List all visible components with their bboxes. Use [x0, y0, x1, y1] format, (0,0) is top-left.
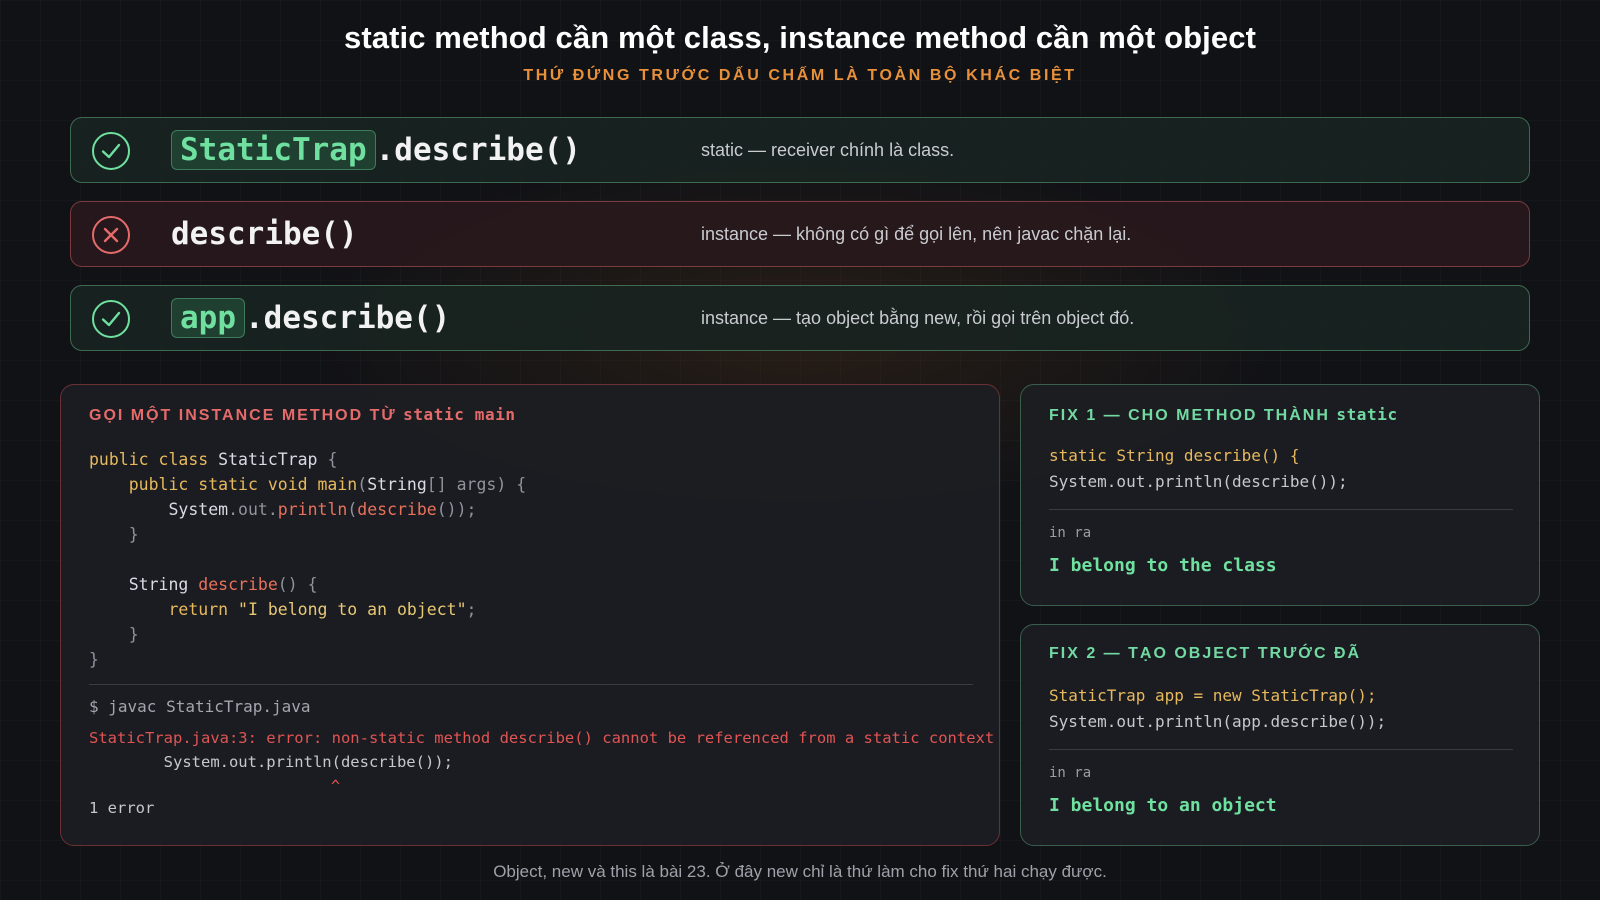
error-caret: ^ — [331, 777, 341, 795]
panel-heading: GỌI MỘT INSTANCE METHOD TỪ static main — [89, 405, 516, 424]
source-code: public class StaticTrap { public static … — [89, 450, 527, 669]
cross-icon — [92, 216, 130, 254]
footer-note: Object, new và this là bài 23. Ở đây new… — [493, 862, 1107, 881]
panel-heading: FIX 2 — TẠO OBJECT TRƯỚC ĐÃ — [1049, 645, 1362, 662]
page-subtitle: THỨ ĐỨNG TRƯỚC DẤU CHẤM LÀ TOÀN BỘ KHÁC … — [523, 67, 1077, 84]
call-expression: app .describe() — [171, 286, 450, 350]
fix2-output: I belong to an object — [1049, 795, 1277, 816]
error-count: 1 error — [89, 799, 155, 817]
call-expression: describe() — [171, 202, 358, 266]
receiver-highlight: app — [171, 298, 245, 338]
divider — [1049, 749, 1513, 750]
comparison-row-instance-call: app .describe() instance — tạo object bằn… — [70, 285, 1530, 351]
check-icon — [92, 132, 130, 170]
heading-code: static main — [403, 405, 516, 424]
fix2-code: StaticTrap app = new StaticTrap(); Syste… — [1049, 686, 1387, 731]
method-call: .describe() — [245, 300, 451, 336]
row-description: static — receiver chính là class. — [701, 140, 955, 160]
call-expression: StaticTrap .describe() — [171, 118, 581, 182]
error-example-panel: GỌI MỘT INSTANCE METHOD TỪ static main p… — [60, 384, 1000, 846]
output-label: in ra — [1049, 765, 1092, 781]
terminal-command: $ javac StaticTrap.java — [89, 697, 311, 716]
heading-code: static — [1336, 405, 1398, 424]
error-source-line: System.out.println(describe()); — [89, 753, 453, 771]
method-call: describe() — [171, 216, 358, 252]
row-description: instance — không có gì để gọi lên, nên j… — [701, 224, 1132, 244]
comparison-row-static-call: StaticTrap .describe() static — receiver … — [70, 117, 1530, 183]
fix1-code: static String describe() { System.out.pr… — [1049, 446, 1348, 491]
fix2-panel: FIX 2 — TẠO OBJECT TRƯỚC ĐÃ StaticTrap a… — [1020, 624, 1540, 846]
page-title: static method cần một class, instance me… — [344, 20, 1256, 55]
receiver-highlight: StaticTrap — [171, 130, 376, 170]
method-call: .describe() — [375, 132, 581, 168]
check-icon — [92, 300, 130, 338]
comparison-row-bare-call: describe() instance — không có gì để gọi… — [70, 201, 1530, 267]
divider — [1049, 509, 1513, 510]
compiler-error: StaticTrap.java:3: error: non-static met… — [89, 729, 995, 747]
fix1-panel: FIX 1 — CHO METHOD THÀNH static static S… — [1020, 384, 1540, 606]
fix1-output: I belong to the class — [1049, 555, 1277, 576]
panel-heading: FIX 1 — CHO METHOD THÀNH static — [1049, 405, 1398, 424]
divider — [89, 684, 973, 685]
row-description: instance — tạo object bằng new, rồi gọi … — [701, 308, 1135, 328]
output-label: in ra — [1049, 525, 1092, 541]
